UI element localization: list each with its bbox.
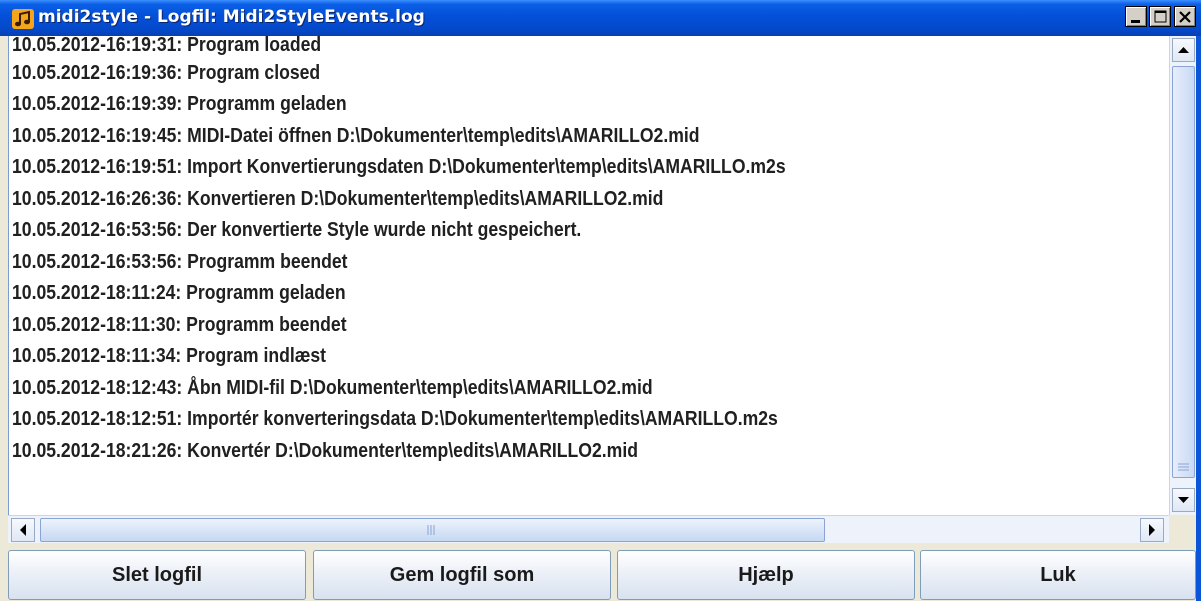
log-line: 10.05.2012-18:11:30: Programm beendet	[12, 314, 347, 336]
horizontal-scroll-thumb[interactable]	[40, 518, 825, 542]
minimize-icon	[1131, 20, 1140, 23]
title-bar[interactable]: midi2style - Logfil: Midi2StyleEvents.lo…	[0, 0, 1201, 36]
scroll-left-button[interactable]	[11, 518, 35, 542]
scroll-up-button[interactable]	[1172, 38, 1195, 62]
minimize-button[interactable]	[1125, 6, 1147, 27]
log-line: 10.05.2012-16:19:45: MIDI-Datei öffnen D…	[12, 125, 700, 147]
log-line: 10.05.2012-18:12:51: Importér konverteri…	[12, 408, 778, 430]
logfile-window: midi2style - Logfil: Midi2StyleEvents.lo…	[0, 0, 1201, 601]
arrow-left-icon	[20, 524, 26, 536]
window-frame	[1196, 36, 1201, 601]
save-logfile-as-button[interactable]: Gem logfil som	[313, 550, 611, 600]
scroll-down-button[interactable]	[1172, 488, 1195, 512]
horizontal-scrollbar[interactable]	[8, 515, 1169, 544]
grip-icon	[427, 525, 435, 535]
log-line: 10.05.2012-18:21:26: Konvertér D:\Dokume…	[12, 440, 638, 462]
log-line: 10.05.2012-18:11:24: Programm geladen	[12, 282, 346, 304]
log-line: 10.05.2012-16:19:51: Import Konvertierun…	[12, 156, 786, 178]
delete-logfile-button[interactable]: Slet logfil	[8, 550, 306, 600]
log-line: 10.05.2012-16:19:36: Program closed	[12, 62, 321, 84]
maximize-button[interactable]	[1149, 6, 1171, 27]
arrow-right-icon	[1149, 524, 1155, 536]
log-line: 10.05.2012-16:53:56: Programm beendet	[12, 251, 348, 273]
close-window-button[interactable]	[1174, 6, 1196, 27]
log-text-area[interactable]: 10.05.2012-16:19:31: Program loaded 10.0…	[8, 36, 1170, 515]
log-line: 10.05.2012-16:19:39: Programm geladen	[12, 93, 347, 115]
maximize-icon	[1154, 10, 1167, 23]
log-line: 10.05.2012-18:11:34: Program indlæst	[12, 345, 327, 367]
button-bar: Slet logfil Gem logfil som Hjælp Luk	[0, 543, 1201, 601]
log-line: 10.05.2012-16:26:36: Konvertieren D:\Dok…	[12, 188, 664, 210]
arrow-up-icon	[1178, 47, 1189, 53]
vertical-scrollbar[interactable]	[1169, 36, 1197, 515]
log-line: 10.05.2012-16:53:56: Der konvertierte St…	[12, 219, 582, 241]
scroll-right-button[interactable]	[1140, 518, 1164, 542]
window-title: midi2style - Logfil: Midi2StyleEvents.lo…	[38, 7, 425, 27]
music-note-icon	[12, 9, 34, 29]
help-button[interactable]: Hjælp	[617, 550, 915, 600]
grip-icon	[1178, 463, 1189, 471]
arrow-down-icon	[1178, 497, 1189, 503]
close-icon	[1179, 11, 1191, 23]
vertical-scroll-thumb[interactable]	[1172, 66, 1195, 478]
scroll-corner	[1169, 515, 1196, 543]
log-line: 10.05.2012-18:12:43: Åbn MIDI-fil D:\Dok…	[12, 377, 653, 399]
close-button[interactable]: Luk	[920, 550, 1196, 600]
